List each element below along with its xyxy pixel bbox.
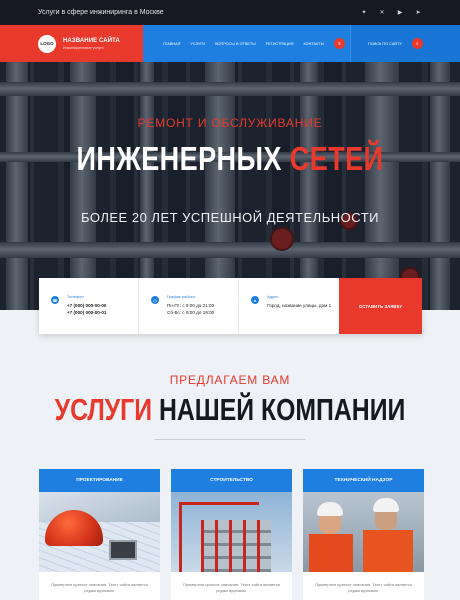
- card-title[interactable]: ПРОЕКТИРОВАНИЕ: [39, 469, 160, 492]
- telegram-icon[interactable]: ➤: [414, 9, 422, 17]
- service-card-design[interactable]: ПРОЕКТИРОВАНИЕ Примерное краткое описани…: [39, 469, 160, 600]
- search-icon[interactable]: ⌕: [411, 38, 423, 49]
- card-title[interactable]: СТРОИТЕЛЬСТВО: [171, 469, 292, 492]
- hours-line: Пн-Пт: с 9:00 до 21:00: [167, 303, 215, 308]
- request-button[interactable]: ОСТАВИТЬ ЗАЯВКУ: [339, 278, 422, 334]
- contact-hours: ◷ График работы Пн-Пт: с 9:00 до 21:00 С…: [139, 278, 239, 334]
- card-description: Примерное краткое описание. Текст сайта …: [51, 582, 148, 593]
- nav-item-contacts[interactable]: КОНТАКТЫ: [303, 42, 323, 46]
- nav-item-home[interactable]: ГЛАВНАЯ: [163, 42, 180, 46]
- hours-line: Сб-Вс: с 9:00 до 19:00: [167, 310, 215, 315]
- hero-banner: [0, 62, 460, 310]
- contact-address: ● Адрес Город, название улицы, дом 1: [239, 278, 339, 334]
- hero-title-accent: СЕТЕЙ: [289, 140, 384, 177]
- search-block: ПОИСК ПО САЙТУ ⌕: [350, 25, 460, 62]
- services-kicker: ПРЕДЛАГАЕМ ВАМ: [169, 373, 291, 387]
- hours-label: График работы: [167, 294, 196, 299]
- clock-icon: ◷: [151, 296, 159, 304]
- services-title: УСЛУГИ НАШЕЙ КОМПАНИИ: [46, 392, 414, 428]
- card-description: Примерное краткое описание. Текст сайта …: [183, 582, 280, 593]
- address-label: Адрес: [267, 294, 279, 299]
- construction-image: [171, 492, 292, 572]
- phone-icon: ☎: [51, 296, 59, 304]
- site-title: НАЗВАНИЕ САЙТА: [63, 37, 120, 44]
- site-subtitle: Инжиниринговые услуги: [63, 45, 104, 50]
- tagline: Услуги в сфере инжиниринга в Москве: [38, 9, 164, 16]
- phone-label: Телефон: [67, 294, 84, 299]
- hero-title-main: ИНЖЕНЕРНЫХ: [76, 140, 282, 177]
- address-text: Город, название улицы, дом 1: [267, 303, 332, 308]
- phone-number[interactable]: +7 (000) 000-00-00: [67, 302, 106, 309]
- divider: [155, 439, 305, 440]
- top-bar: Услуги в сфере инжиниринга в Москве ✦ ✕ …: [0, 0, 460, 25]
- search-label[interactable]: ПОИСК ПО САЙТУ: [368, 42, 402, 46]
- hero-title: ИНЖЕНЕРНЫХ СЕТЕЙ: [41, 140, 418, 178]
- menu-icon[interactable]: ≡: [333, 38, 345, 49]
- brand-block[interactable]: LOGO НАЗВАНИЕ САЙТА Инжиниринговые услуг…: [0, 25, 143, 62]
- engineers-image: [303, 492, 424, 572]
- youtube-icon[interactable]: ▶: [396, 9, 404, 17]
- contact-strip: ☎ Телефон +7 (000) 000-00-00 +7 (000) 00…: [39, 278, 422, 334]
- hero-overlay: [0, 62, 460, 310]
- service-card-construction[interactable]: СТРОИТЕЛЬСТВО Примерное краткое описание…: [171, 469, 292, 600]
- services-title-main: НАШЕЙ КОМПАНИИ: [158, 392, 406, 427]
- twitter-icon[interactable]: ✕: [378, 9, 386, 17]
- nav-item-register[interactable]: РЕГИСТРАЦИЯ: [266, 42, 294, 46]
- social-links: ✦ ✕ ▶ ➤: [360, 9, 422, 17]
- card-description: Примерное краткое описание. Текст сайта …: [315, 582, 412, 593]
- main-nav: ГЛАВНАЯ УСЛУГИ ВОПРОСЫ И ОТВЕТЫ РЕГИСТРА…: [143, 25, 350, 62]
- logo[interactable]: LOGO: [38, 34, 56, 53]
- phone-number[interactable]: +7 (000) 000-00-01: [67, 309, 106, 316]
- blueprint-image: [39, 492, 160, 572]
- nav-item-faq[interactable]: ВОПРОСЫ И ОТВЕТЫ: [215, 42, 255, 46]
- service-card-supervision[interactable]: ТЕХНИЧЕСКИЙ НАДЗОР Примерное краткое опи…: [303, 469, 424, 600]
- location-icon: ●: [251, 296, 259, 304]
- nav-item-services[interactable]: УСЛУГИ: [190, 42, 205, 46]
- contact-phone: ☎ Телефон +7 (000) 000-00-00 +7 (000) 00…: [39, 278, 139, 334]
- card-title[interactable]: ТЕХНИЧЕСКИЙ НАДЗОР: [303, 469, 424, 492]
- services-title-accent: УСЛУГИ: [54, 392, 153, 427]
- hero-subtitle: БОЛЕЕ 20 ЛЕТ УСПЕШНОЙ ДЕЯТЕЛЬНОСТИ: [81, 210, 379, 225]
- hero-kicker: РЕМОНТ И ОБСЛУЖИВАНИЕ: [137, 116, 323, 130]
- vk-icon[interactable]: ✦: [360, 9, 368, 17]
